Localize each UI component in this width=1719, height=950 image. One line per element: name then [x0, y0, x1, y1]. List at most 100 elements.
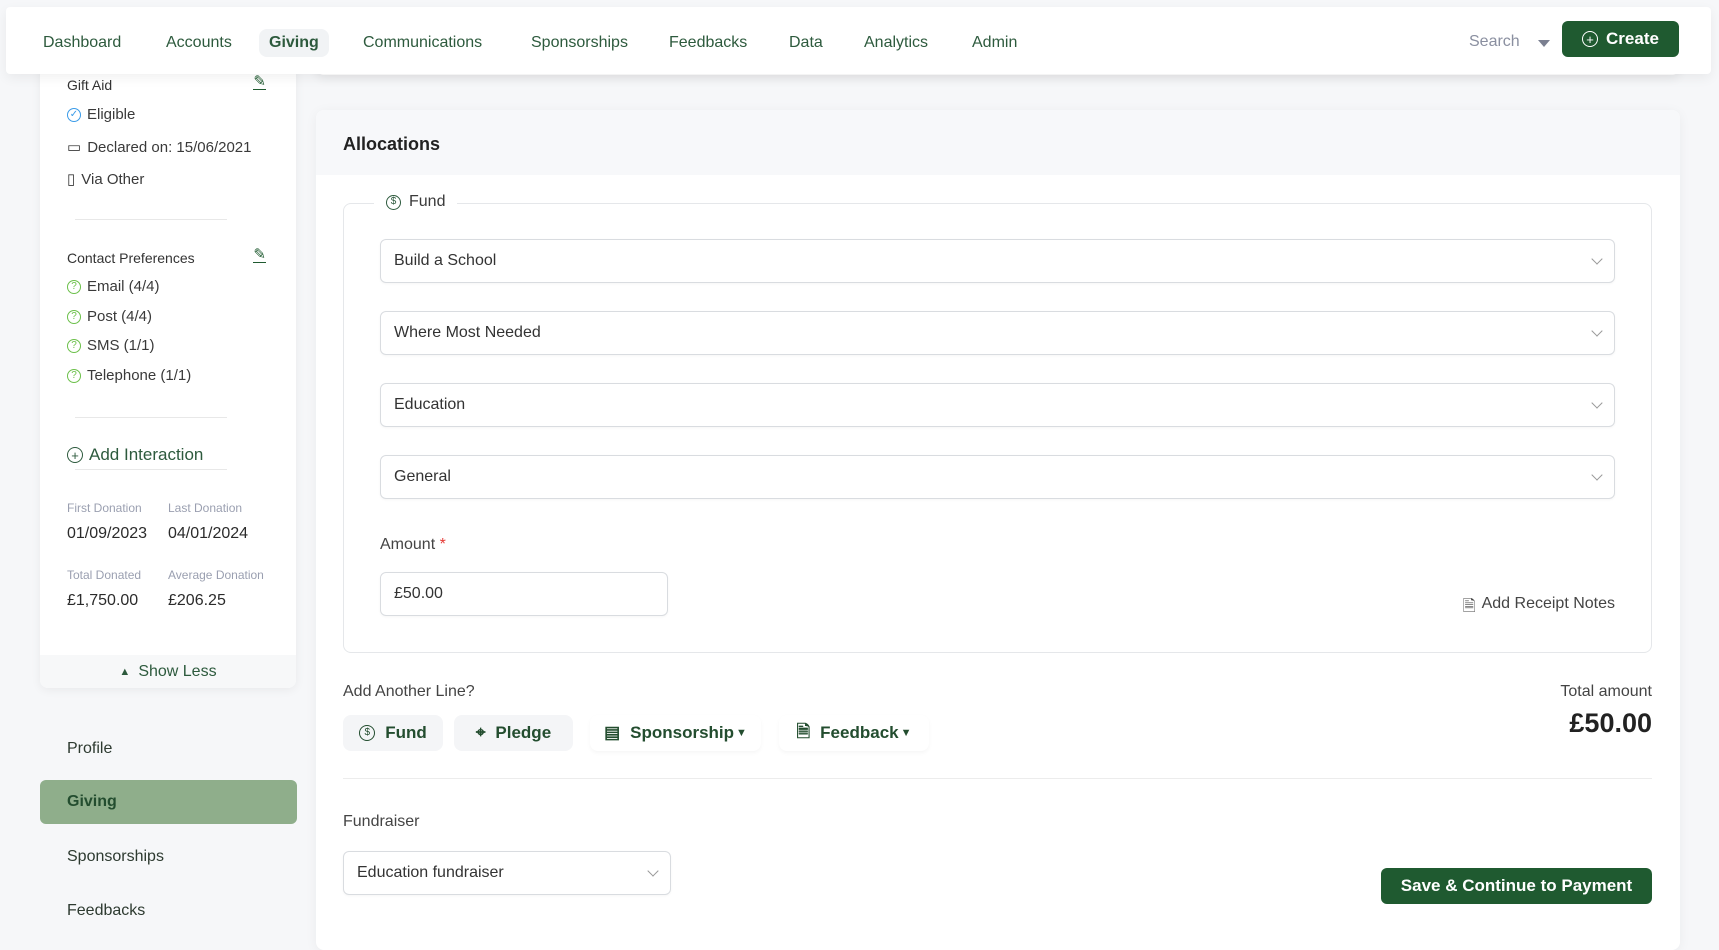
fund-legend-label: Fund: [409, 193, 446, 210]
nav-accounts[interactable]: Accounts: [156, 29, 242, 57]
sidebar-item-feedbacks[interactable]: Feedbacks: [67, 902, 145, 920]
certificate-icon: ▤: [604, 723, 621, 742]
supporter-summary-card: Gift Aid ✎ ✓ Eligible ▭ Declared on: 15/06…: [40, 60, 296, 688]
caret-down-icon: ▼: [900, 727, 912, 739]
amount-label-text: Amount: [380, 536, 436, 553]
fund-fieldset: $ Fund Build a School Where Most Needed E…: [343, 193, 1652, 653]
create-button[interactable]: + Create: [1562, 21, 1679, 57]
dollar-circle-icon: $: [386, 194, 401, 210]
nav-analytics[interactable]: Analytics: [854, 29, 938, 57]
average-donation-label: Average Donation: [168, 568, 264, 582]
average-donation-value: £206.25: [168, 592, 226, 609]
nav-feedbacks[interactable]: Feedbacks: [659, 29, 757, 57]
select-value: Education fundraiser: [357, 864, 504, 881]
document-icon: 🗎: [796, 721, 811, 741]
amount-value: £50.00: [394, 585, 443, 602]
pref-label: Email (4/4): [87, 278, 160, 295]
nav-dashboard[interactable]: Dashboard: [33, 29, 131, 57]
gift-aid-via: ▯ Via Other: [67, 170, 145, 189]
total-amount-label: Total amount: [1560, 683, 1652, 700]
pref-label: Telephone (1/1): [87, 367, 192, 384]
gift-aid-declared: ▭ Declared on: 15/06/2021: [67, 138, 252, 157]
button-label: Pledge: [495, 723, 552, 742]
fund-legend: $ Fund: [374, 193, 458, 211]
chevron-down-icon: [1591, 469, 1603, 481]
gift-aid-status-text: Eligible: [87, 106, 136, 123]
create-label: Create: [1606, 29, 1659, 48]
caret-down-icon[interactable]: [1538, 40, 1550, 47]
gift-aid-title: Gift Aid: [67, 77, 113, 93]
caret-down-icon: ▼: [736, 727, 747, 739]
save-continue-button[interactable]: Save & Continue to Payment: [1381, 868, 1652, 904]
add-fund-button[interactable]: $ Fund: [343, 715, 443, 751]
amount-input[interactable]: £50.00: [380, 572, 668, 616]
first-donation-label: First Donation: [67, 501, 142, 515]
select-value: Education: [394, 396, 466, 413]
add-interaction-link[interactable]: + Add Interaction: [67, 445, 203, 465]
triangle-up-icon: ▲: [119, 665, 131, 678]
via-text: Via Other: [81, 170, 145, 188]
question-icon: ?: [67, 279, 81, 294]
contact-pref-post: ? Post (4/4): [67, 308, 152, 325]
sidebar-item-profile[interactable]: Profile: [67, 740, 112, 758]
receipt-notes-label: Add Receipt Notes: [1481, 595, 1615, 612]
add-receipt-notes-link[interactable]: 🗎 Add Receipt Notes: [1463, 595, 1615, 622]
crosshair-icon: ⌖: [475, 723, 486, 742]
edit-contact-prefs-icon[interactable]: ✎: [253, 247, 266, 263]
show-less-button[interactable]: ▲ Show Less: [40, 655, 296, 688]
last-donation-label: Last Donation: [168, 501, 243, 515]
fundraiser-select[interactable]: Education fundraiser: [343, 851, 671, 895]
divider: [75, 417, 227, 418]
card-header: Allocations: [316, 110, 1680, 175]
contact-pref-sms: ? SMS (1/1): [67, 337, 155, 354]
select-value: Build a School: [394, 252, 497, 269]
select-value: General: [394, 468, 451, 485]
button-label: Feedback: [820, 723, 899, 742]
total-donated-value: £1,750.00: [67, 592, 139, 609]
add-interaction-label: Add Interaction: [89, 445, 204, 464]
check-circle-icon: ✓: [67, 107, 81, 122]
question-icon: ?: [67, 338, 81, 353]
contact-prefs-title: Contact Preferences: [67, 250, 195, 266]
nav-sponsorships[interactable]: Sponsorships: [521, 29, 638, 57]
first-donation-value: 01/09/2023: [67, 525, 148, 542]
sidebar-item-sponsorships[interactable]: Sponsorships: [67, 848, 164, 866]
dollar-circle-icon: $: [359, 725, 376, 741]
allocations-card: Allocations $ Fund Build a School Where M…: [316, 110, 1680, 950]
calendar-icon: ▭: [67, 139, 82, 156]
top-nav: Dashboard Accounts Giving Communications…: [6, 7, 1711, 74]
nav-giving[interactable]: Giving: [259, 29, 329, 57]
add-sponsorship-dropdown[interactable]: ▤ Sponsorship ▼: [590, 715, 761, 751]
chevron-down-icon: [1591, 397, 1603, 409]
plus-circle-icon: +: [1582, 31, 1599, 47]
last-donation-value: 04/01/2024: [168, 525, 249, 542]
button-label: Fund: [385, 723, 427, 742]
document-icon: ▯: [67, 171, 76, 188]
divider: [343, 778, 1652, 779]
subcategory-select[interactable]: General: [380, 455, 1615, 499]
nav-admin[interactable]: Admin: [962, 29, 1027, 57]
page-title: Allocations: [343, 134, 441, 154]
total-amount-value: £50.00: [1569, 708, 1652, 738]
document-icon: 🗎: [1462, 598, 1476, 615]
add-pledge-button[interactable]: ⌖ Pledge: [454, 715, 573, 751]
search-dropdown[interactable]: Search: [1469, 33, 1520, 51]
nav-data[interactable]: Data: [779, 29, 833, 57]
declared-text: Declared on: 15/06/2021: [87, 138, 252, 156]
gift-aid-status: ✓ Eligible: [67, 106, 135, 123]
chevron-down-icon: [1591, 325, 1603, 337]
category-select[interactable]: Education: [380, 383, 1615, 427]
plus-circle-icon: +: [67, 447, 83, 463]
fund-select[interactable]: Build a School: [380, 239, 1615, 283]
sidebar-item-giving[interactable]: Giving: [67, 793, 117, 811]
add-feedback-dropdown[interactable]: 🗎 Feedback ▼: [779, 715, 929, 751]
add-line-label: Add Another Line?: [343, 683, 475, 700]
edit-gift-aid-icon[interactable]: ✎: [253, 74, 266, 90]
contact-pref-telephone: ? Telephone (1/1): [67, 367, 191, 384]
amount-label: Amount *: [380, 536, 446, 554]
nav-communications[interactable]: Communications: [353, 29, 492, 57]
purpose-select[interactable]: Where Most Needed: [380, 311, 1615, 355]
button-label: Sponsorship: [630, 723, 735, 742]
divider: [75, 219, 227, 220]
pref-label: Post (4/4): [87, 308, 153, 325]
